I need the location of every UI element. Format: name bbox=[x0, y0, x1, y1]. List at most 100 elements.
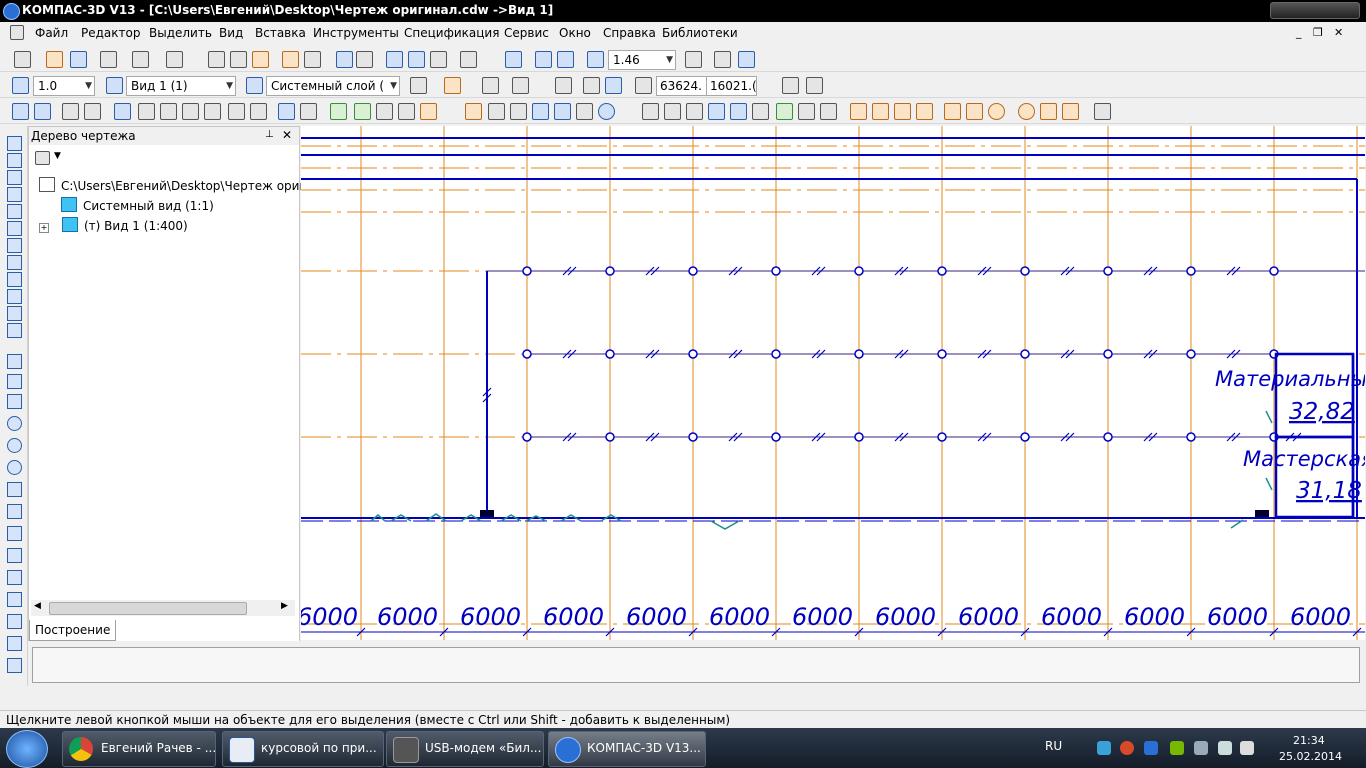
format-brush-icon[interactable] bbox=[282, 51, 299, 68]
fillet-icon[interactable] bbox=[7, 592, 22, 607]
function-icon[interactable] bbox=[430, 51, 447, 68]
zoom-in-icon[interactable] bbox=[557, 51, 574, 68]
spline-icon[interactable] bbox=[7, 482, 22, 497]
clock-date[interactable]: 25.02.2014 bbox=[1279, 750, 1342, 763]
refresh-icon[interactable] bbox=[738, 51, 755, 68]
layer-combo[interactable]: Системный слой (▼ bbox=[266, 76, 400, 96]
open-folder-icon[interactable] bbox=[46, 51, 63, 68]
attribute-icon[interactable] bbox=[554, 103, 571, 120]
redo-icon[interactable] bbox=[356, 51, 373, 68]
nurbs-icon[interactable] bbox=[7, 504, 22, 519]
parametric-icon[interactable] bbox=[605, 77, 622, 94]
taskbar-item-word[interactable]: курсовой по при... bbox=[222, 731, 384, 767]
insert-view-icon[interactable] bbox=[664, 103, 681, 120]
check-icon[interactable] bbox=[776, 103, 793, 120]
zoom-combo[interactable]: 1.46 ▼ bbox=[608, 50, 676, 70]
menu-window[interactable]: Окно bbox=[559, 26, 591, 40]
tab-construction[interactable]: Построение bbox=[29, 620, 116, 641]
arc-icon[interactable] bbox=[7, 438, 22, 453]
tree-hscrollbar[interactable]: ◀ ▶ bbox=[31, 600, 295, 616]
tools-icon[interactable] bbox=[806, 77, 823, 94]
round-icon[interactable] bbox=[583, 77, 600, 94]
layer-properties-icon[interactable] bbox=[410, 77, 427, 94]
library-manager-icon[interactable] bbox=[465, 103, 482, 120]
menu-edit[interactable]: Редактор bbox=[81, 26, 140, 40]
compact-spec-icon[interactable] bbox=[7, 272, 22, 287]
usb-tray-icon[interactable] bbox=[1194, 741, 1208, 755]
undo-icon[interactable] bbox=[336, 51, 353, 68]
new-document-icon[interactable] bbox=[14, 51, 31, 68]
clipboard-icon[interactable] bbox=[782, 77, 799, 94]
segment-icon[interactable] bbox=[7, 394, 22, 409]
print-preview-icon[interactable] bbox=[132, 51, 149, 68]
table-icon[interactable] bbox=[138, 103, 155, 120]
point-icon[interactable] bbox=[7, 354, 22, 369]
roughness-icon[interactable] bbox=[872, 103, 889, 120]
spec-icon[interactable] bbox=[278, 103, 295, 120]
compact-dimension-icon[interactable] bbox=[7, 153, 22, 168]
view-combo[interactable]: Вид 1 (1) ▼ bbox=[126, 76, 236, 96]
close-icon[interactable]: ✕ bbox=[282, 128, 292, 142]
info-icon[interactable] bbox=[988, 103, 1005, 120]
geometry-icon[interactable] bbox=[12, 103, 29, 120]
menu-specification[interactable]: Спецификация bbox=[404, 26, 499, 40]
coord-y-field[interactable]: 16021.( bbox=[706, 76, 757, 96]
ortho-icon[interactable] bbox=[555, 77, 572, 94]
document-icon[interactable] bbox=[10, 25, 24, 40]
chamfer-icon[interactable] bbox=[7, 570, 22, 585]
menu-libraries[interactable]: Библиотеки bbox=[662, 26, 738, 40]
tech-req-icon[interactable] bbox=[798, 103, 815, 120]
zoom-window-icon[interactable] bbox=[535, 51, 552, 68]
mdi-minimize-button[interactable]: _ bbox=[1296, 26, 1302, 39]
view-icon[interactable] bbox=[106, 77, 123, 94]
menu-service[interactable]: Сервис bbox=[504, 26, 549, 40]
clock-time[interactable]: 21:34 bbox=[1293, 734, 1325, 747]
compact-report-icon[interactable] bbox=[7, 289, 22, 304]
compact-measure-icon[interactable] bbox=[7, 221, 22, 236]
document-prop-icon[interactable] bbox=[1094, 103, 1111, 120]
edit-icon[interactable] bbox=[182, 103, 199, 120]
compact-fragment-icon[interactable] bbox=[7, 323, 22, 338]
tree-root[interactable]: C:\Users\Евгений\Desktop\Чертеж оригина bbox=[39, 177, 329, 193]
start-button[interactable] bbox=[6, 730, 48, 768]
pan-icon[interactable] bbox=[685, 51, 702, 68]
base-icon[interactable] bbox=[850, 103, 867, 120]
layers-manager-icon[interactable] bbox=[532, 103, 549, 120]
leader-icon[interactable] bbox=[894, 103, 911, 120]
binoculars-icon[interactable] bbox=[488, 103, 505, 120]
axis-mark-icon[interactable] bbox=[1018, 103, 1035, 120]
cut-icon[interactable] bbox=[208, 51, 225, 68]
fragment-icon[interactable] bbox=[708, 103, 725, 120]
tree-item-view1[interactable]: + (т) Вид 1 (1:400) bbox=[39, 217, 188, 233]
menu-file[interactable]: Файл bbox=[35, 26, 68, 40]
table-green-icon[interactable] bbox=[354, 103, 371, 120]
network-tray-icon[interactable] bbox=[1097, 741, 1111, 755]
keyboard-icon[interactable] bbox=[686, 103, 703, 120]
wrench-icon[interactable] bbox=[576, 103, 593, 120]
window-controls[interactable] bbox=[1270, 2, 1360, 19]
mdi-close-button[interactable]: ✕ bbox=[1334, 26, 1343, 39]
align-icon[interactable] bbox=[752, 103, 769, 120]
menu-insert[interactable]: Вставка bbox=[255, 26, 306, 40]
local-cs-icon[interactable] bbox=[482, 77, 499, 94]
scroll-right-icon[interactable]: ▶ bbox=[281, 601, 288, 611]
menu-help[interactable]: Справка bbox=[603, 26, 656, 40]
menu-view[interactable]: Вид bbox=[219, 26, 243, 40]
local-fragment-icon[interactable] bbox=[730, 103, 747, 120]
coord-x-field[interactable]: 63624. bbox=[656, 76, 707, 96]
nvidia-tray-icon[interactable] bbox=[1170, 741, 1184, 755]
compact-insert-icon[interactable] bbox=[7, 306, 22, 321]
tree-item-system-view[interactable]: Системный вид (1:1) bbox=[61, 197, 214, 213]
compact-select-icon[interactable] bbox=[7, 238, 22, 253]
compact-edit-icon[interactable] bbox=[7, 187, 22, 202]
hatch-icon[interactable] bbox=[62, 103, 79, 120]
section-line-icon[interactable] bbox=[944, 103, 961, 120]
copy-icon[interactable] bbox=[230, 51, 247, 68]
taskbar-item-modem[interactable]: USB-модем «Бил... bbox=[386, 731, 544, 767]
frame-icon[interactable] bbox=[642, 103, 659, 120]
bluetooth-tray-icon[interactable] bbox=[1144, 741, 1158, 755]
position-icon[interactable] bbox=[966, 103, 983, 120]
tree-view-mode-icon[interactable] bbox=[35, 151, 50, 165]
scroll-left-icon[interactable]: ◀ bbox=[34, 601, 41, 611]
contour-icon[interactable] bbox=[7, 658, 22, 673]
